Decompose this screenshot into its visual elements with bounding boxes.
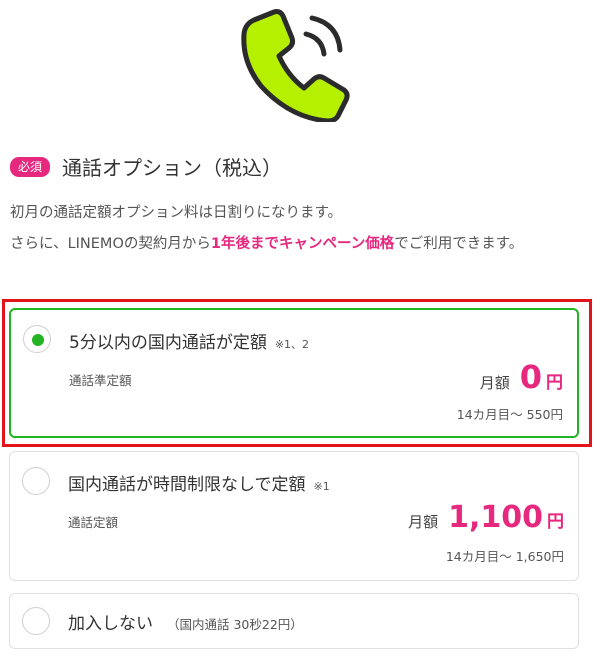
price-value: 0 — [519, 358, 542, 396]
section-title: 通話オプション（税込） — [62, 156, 283, 180]
price-label: 月額 — [408, 513, 439, 531]
option-card-5min[interactable]: 5分以内の国内通話が定額 ※1、2 通話準定額 月額 0 円 14カ月目〜 550… — [9, 308, 579, 438]
radio-button[interactable] — [23, 325, 51, 353]
note-suffix: でご利用できます。 — [394, 236, 524, 252]
price-row: 月額 0 円 — [480, 358, 563, 396]
option-title: 加入しない （国内通話 30秒22円） — [68, 609, 303, 634]
price-unit: 円 — [547, 512, 564, 532]
note-line-2: さらに、LINEMOの契約月から1年後までキャンペーン価格でご利用できます。 — [10, 229, 590, 260]
price-row: 月額 1,100 円 — [408, 500, 564, 535]
option-card-unlimited[interactable]: 国内通話が時間制限なしで定額 ※1 通話定額 月額 1,100 円 14カ月目〜 … — [9, 451, 579, 581]
price-unit: 円 — [546, 373, 563, 393]
option-subtitle: 通話準定額 — [69, 373, 132, 388]
option-title-text: 加入しない — [68, 614, 153, 634]
radio-dot — [32, 334, 44, 346]
note-prefix: さらに、LINEMOの契約月から — [10, 236, 211, 252]
radio-button[interactable] — [22, 607, 50, 635]
option-title-text: 国内通話が時間制限なしで定額 — [68, 475, 306, 495]
campaign-note: 初月の通話定額オプション料は日割りになります。 さらに、LINEMOの契約月から… — [10, 198, 590, 260]
section-header: 必須 通話オプション（税込） — [10, 152, 282, 181]
option-title: 5分以内の国内通話が定額 ※1、2 — [69, 328, 309, 353]
option-title-text: 5分以内の国内通話が定額 — [69, 333, 267, 353]
option-subtitle: 通話定額 — [68, 515, 119, 530]
option-footnote: （国内通話 30秒22円） — [167, 617, 303, 632]
price-label: 月額 — [479, 374, 510, 392]
option-footnote: ※1、2 — [274, 338, 310, 351]
option-card-none[interactable]: 加入しない （国内通話 30秒22円） — [9, 593, 579, 649]
note-highlight: 1年後までキャンペーン価格 — [210, 236, 395, 252]
radio-button[interactable] — [22, 467, 50, 495]
phone-call-icon — [241, 9, 350, 122]
price-after: 14カ月目〜 550円 — [456, 407, 563, 422]
note-line-1: 初月の通話定額オプション料は日割りになります。 — [10, 205, 343, 221]
price-after: 14カ月目〜 1,650円 — [445, 549, 564, 564]
option-footnote: ※1 — [313, 480, 330, 493]
required-badge: 必須 — [10, 156, 51, 177]
price-value: 1,100 — [448, 500, 543, 535]
option-title: 国内通話が時間制限なしで定額 ※1 — [68, 470, 330, 495]
